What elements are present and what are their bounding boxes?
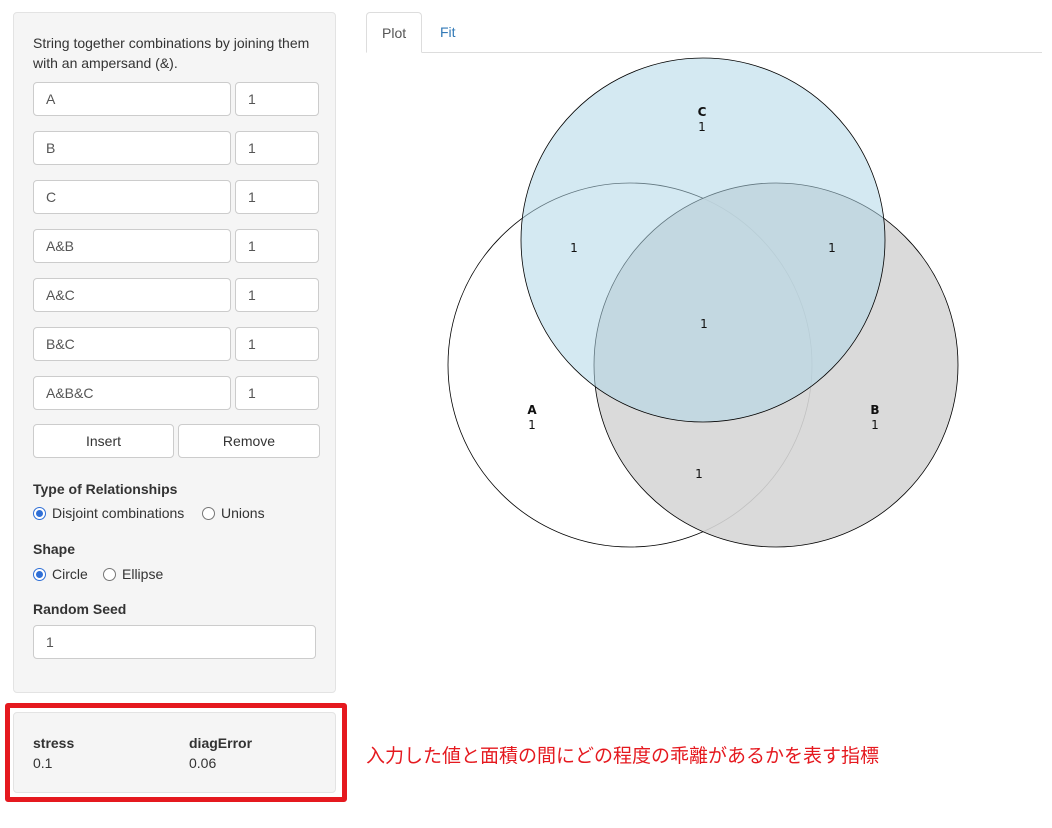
set-a-count: 1 [528, 418, 536, 432]
combination-row [33, 376, 320, 410]
radio-label: Disjoint combinations [52, 505, 185, 521]
combination-value-input[interactable] [235, 131, 319, 165]
set-b-label: B [870, 403, 879, 417]
radio-label: Ellipse [122, 566, 164, 582]
random-seed-label: Random Seed [33, 601, 127, 617]
insert-button[interactable]: Insert [33, 424, 174, 458]
radio-checked-icon[interactable] [33, 568, 46, 581]
tab-fit[interactable]: Fit [425, 12, 471, 53]
combination-row [33, 180, 320, 214]
sidebar-panel: String together combinations by joining … [13, 12, 336, 693]
combination-name-input[interactable] [33, 180, 231, 214]
region-a-b-count: 1 [695, 467, 703, 481]
set-c-label: C [698, 105, 707, 119]
instruction-text: String together combinations by joining … [33, 35, 310, 71]
combination-row [33, 278, 320, 312]
set-b-count: 1 [871, 418, 879, 432]
relationship-type-label: Type of Relationships [33, 481, 178, 497]
combination-value-input[interactable] [235, 229, 319, 263]
set-a-label: A [527, 403, 537, 417]
combination-row [33, 229, 320, 263]
region-a-b-c-count: 1 [700, 317, 708, 331]
tab-bar: Plot Fit [366, 12, 1042, 53]
combination-value-input[interactable] [235, 278, 319, 312]
region-b-c-count: 1 [828, 241, 836, 255]
annotation-text: 入力した値と面積の間にどの程度の乖離があるかを表す指標 [366, 745, 880, 767]
combination-row [33, 327, 320, 361]
combination-name-input[interactable] [33, 327, 231, 361]
combination-name-input[interactable] [33, 131, 231, 165]
combination-value-input[interactable] [235, 82, 319, 116]
random-seed-input[interactable] [33, 625, 316, 659]
combination-value-input[interactable] [235, 327, 319, 361]
combination-row [33, 82, 320, 116]
tab-plot[interactable]: Plot [366, 12, 423, 53]
region-a-c-count: 1 [570, 241, 578, 255]
radio-checked-icon[interactable] [33, 507, 46, 520]
radio-unchecked-icon[interactable] [103, 568, 116, 581]
combination-name-input[interactable] [33, 229, 231, 263]
radio-label: Unions [221, 505, 265, 521]
shape-label: Shape [33, 541, 76, 557]
combination-name-input[interactable] [33, 82, 231, 116]
radio-unchecked-icon[interactable] [202, 507, 215, 520]
combination-value-input[interactable] [235, 376, 319, 410]
remove-button[interactable]: Remove [178, 424, 320, 458]
combination-value-input[interactable] [235, 180, 319, 214]
radio-label: Circle [52, 566, 88, 582]
venn-diagram: C 1 A 1 B 1 1 1 1 1 [447, 57, 959, 548]
set-c-count: 1 [698, 120, 706, 134]
combination-name-input[interactable] [33, 376, 231, 410]
highlight-box [5, 703, 347, 802]
combination-name-input[interactable] [33, 278, 231, 312]
combination-row [33, 131, 320, 165]
